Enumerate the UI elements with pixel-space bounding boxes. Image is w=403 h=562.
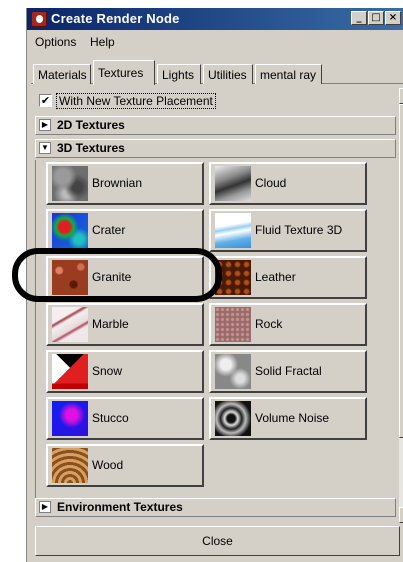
texture-label: Fluid Texture 3D	[255, 223, 343, 237]
texture-button-fluid-texture-3d[interactable]: Fluid Texture 3D	[209, 209, 367, 252]
solid-fractal-swatch-icon	[215, 354, 251, 389]
scroll-up-arrow-icon[interactable]: ▲	[399, 88, 403, 104]
expand-arrow-icon[interactable]: ▶	[39, 119, 51, 131]
collapse-arrow-icon[interactable]: ▼	[39, 142, 51, 154]
tab-mental-ray[interactable]: mental ray	[255, 64, 322, 84]
section-environment-textures[interactable]: ▶ Environment Textures	[35, 498, 396, 517]
section-label: Environment Textures	[57, 500, 183, 514]
texture-placement-checkbox[interactable]: ✔	[39, 94, 52, 107]
scroll-down-arrow-icon[interactable]: ▼	[399, 507, 403, 523]
create-render-node-window: Create Render Node _ □ × Options Help Ma…	[26, 8, 403, 562]
menu-help[interactable]: Help	[90, 35, 115, 49]
texture-label: Snow	[92, 364, 123, 378]
texture-button-snow[interactable]: Snow	[46, 350, 204, 393]
section-label: 3D Textures	[57, 141, 125, 155]
snow-swatch-icon	[52, 354, 88, 389]
close-window-button[interactable]: ×	[385, 11, 401, 25]
render-node-app-icon	[31, 11, 47, 27]
texture-button-solid-fractal[interactable]: Solid Fractal	[209, 350, 367, 393]
texture-label: Marble	[92, 317, 129, 331]
texture-label: Volume Noise	[255, 411, 330, 425]
rock-swatch-icon	[215, 307, 251, 342]
texture-label: Rock	[255, 317, 283, 331]
menu-bar: Options Help	[27, 34, 403, 52]
tab-strip: Materials Textures Lights Utilities ment…	[31, 60, 403, 85]
tab-materials[interactable]: Materials	[33, 64, 91, 84]
brownian-swatch-icon	[52, 166, 88, 201]
texture-button-wood[interactable]: Wood	[46, 444, 204, 487]
leather-swatch-icon	[215, 260, 251, 295]
section-2d-textures[interactable]: ▶ 2D Textures	[35, 116, 396, 135]
texture-button-volume-noise[interactable]: Volume Noise	[209, 397, 367, 440]
tab-utilities[interactable]: Utilities	[203, 64, 253, 84]
texture-label: Wood	[92, 458, 124, 472]
tab-lights[interactable]: Lights	[157, 64, 201, 84]
cloud-swatch-icon	[215, 166, 251, 201]
texture-label: Stucco	[92, 411, 129, 425]
crater-swatch-icon	[52, 213, 88, 248]
minimize-button[interactable]: _	[351, 11, 367, 25]
close-button[interactable]: Close	[35, 526, 400, 556]
texture-button-crater[interactable]: Crater	[46, 209, 204, 252]
volume-noise-swatch-icon	[215, 401, 251, 436]
tab-textures[interactable]: Textures	[93, 60, 155, 85]
3d-textures-panel: Brownian Cloud Crater Fluid Texture 3D G…	[35, 160, 396, 506]
texture-button-cloud[interactable]: Cloud	[209, 162, 367, 205]
texture-label: Cloud	[255, 176, 287, 190]
texture-button-leather[interactable]: Leather	[209, 256, 367, 299]
marble-swatch-icon	[52, 307, 88, 342]
scrollbar-thumb[interactable]	[399, 104, 403, 438]
texture-button-stucco[interactable]: Stucco	[46, 397, 204, 440]
texture-button-marble[interactable]: Marble	[46, 303, 204, 346]
title-bar[interactable]: Create Render Node _ □ ×	[27, 8, 403, 30]
section-label: 2D Textures	[57, 118, 125, 132]
section-3d-textures[interactable]: ▼ 3D Textures	[35, 139, 396, 158]
stucco-swatch-icon	[52, 401, 88, 436]
texture-button-rock[interactable]: Rock	[209, 303, 367, 346]
texture-label: Solid Fractal	[255, 364, 322, 378]
texture-label: Granite	[92, 270, 132, 284]
texture-label: Brownian	[92, 176, 143, 190]
wood-swatch-icon	[52, 448, 88, 483]
granite-swatch-icon	[52, 260, 88, 295]
window-title: Create Render Node	[51, 11, 180, 26]
menu-options[interactable]: Options	[35, 35, 76, 49]
fluid-texture-swatch-icon	[215, 213, 251, 248]
texture-label: Crater	[92, 223, 126, 237]
texture-label: Leather	[255, 270, 296, 284]
texture-placement-label[interactable]: With New Texture Placement	[56, 93, 216, 109]
expand-arrow-icon[interactable]: ▶	[39, 501, 51, 513]
texture-button-brownian[interactable]: Brownian	[46, 162, 204, 205]
texture-button-granite[interactable]: Granite	[46, 256, 204, 299]
maximize-button[interactable]: □	[368, 11, 384, 25]
